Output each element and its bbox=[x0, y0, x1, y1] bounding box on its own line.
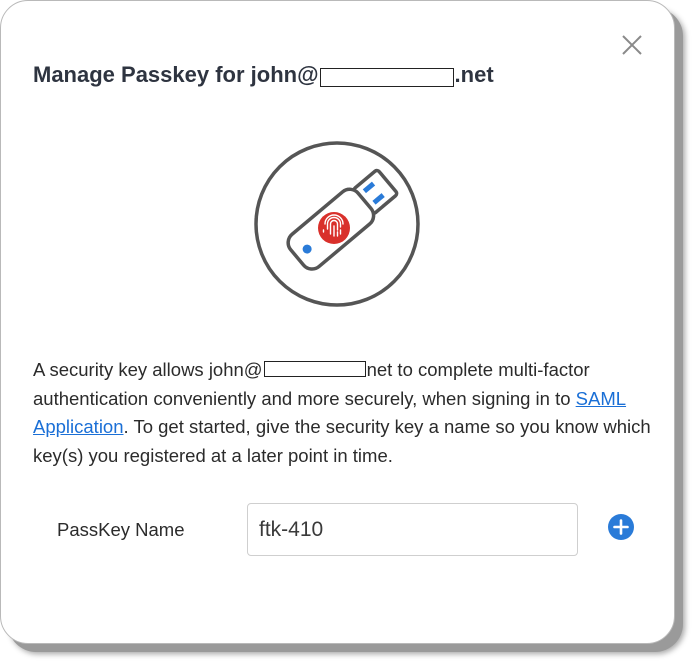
description-text: A security key allows john@ net to comple… bbox=[33, 356, 653, 470]
close-icon[interactable] bbox=[619, 32, 645, 58]
dialog-title-prefix: Manage Passkey for john@ bbox=[33, 62, 319, 87]
add-passkey-button[interactable] bbox=[608, 514, 634, 540]
manage-passkey-dialog: Manage Passkey for john@ .net A security… bbox=[0, 0, 675, 644]
dialog-title: Manage Passkey for john@ .net bbox=[33, 59, 494, 91]
passkey-name-input[interactable] bbox=[247, 503, 578, 556]
security-key-illustration bbox=[253, 140, 421, 308]
redaction-box bbox=[319, 67, 454, 87]
close-button[interactable] bbox=[619, 32, 645, 58]
redaction-box bbox=[263, 361, 366, 378]
plus-circle-icon[interactable] bbox=[608, 514, 634, 540]
stage: Manage Passkey for john@ .net A security… bbox=[0, 0, 693, 664]
passkey-name-label: PassKey Name bbox=[57, 519, 185, 540]
description-part3: . To get started, give the security key … bbox=[33, 416, 651, 466]
description-part1: A security key allows john@ bbox=[33, 359, 263, 380]
dialog-title-suffix: .net bbox=[454, 62, 494, 87]
usb-security-key-fingerprint-icon bbox=[254, 141, 420, 307]
